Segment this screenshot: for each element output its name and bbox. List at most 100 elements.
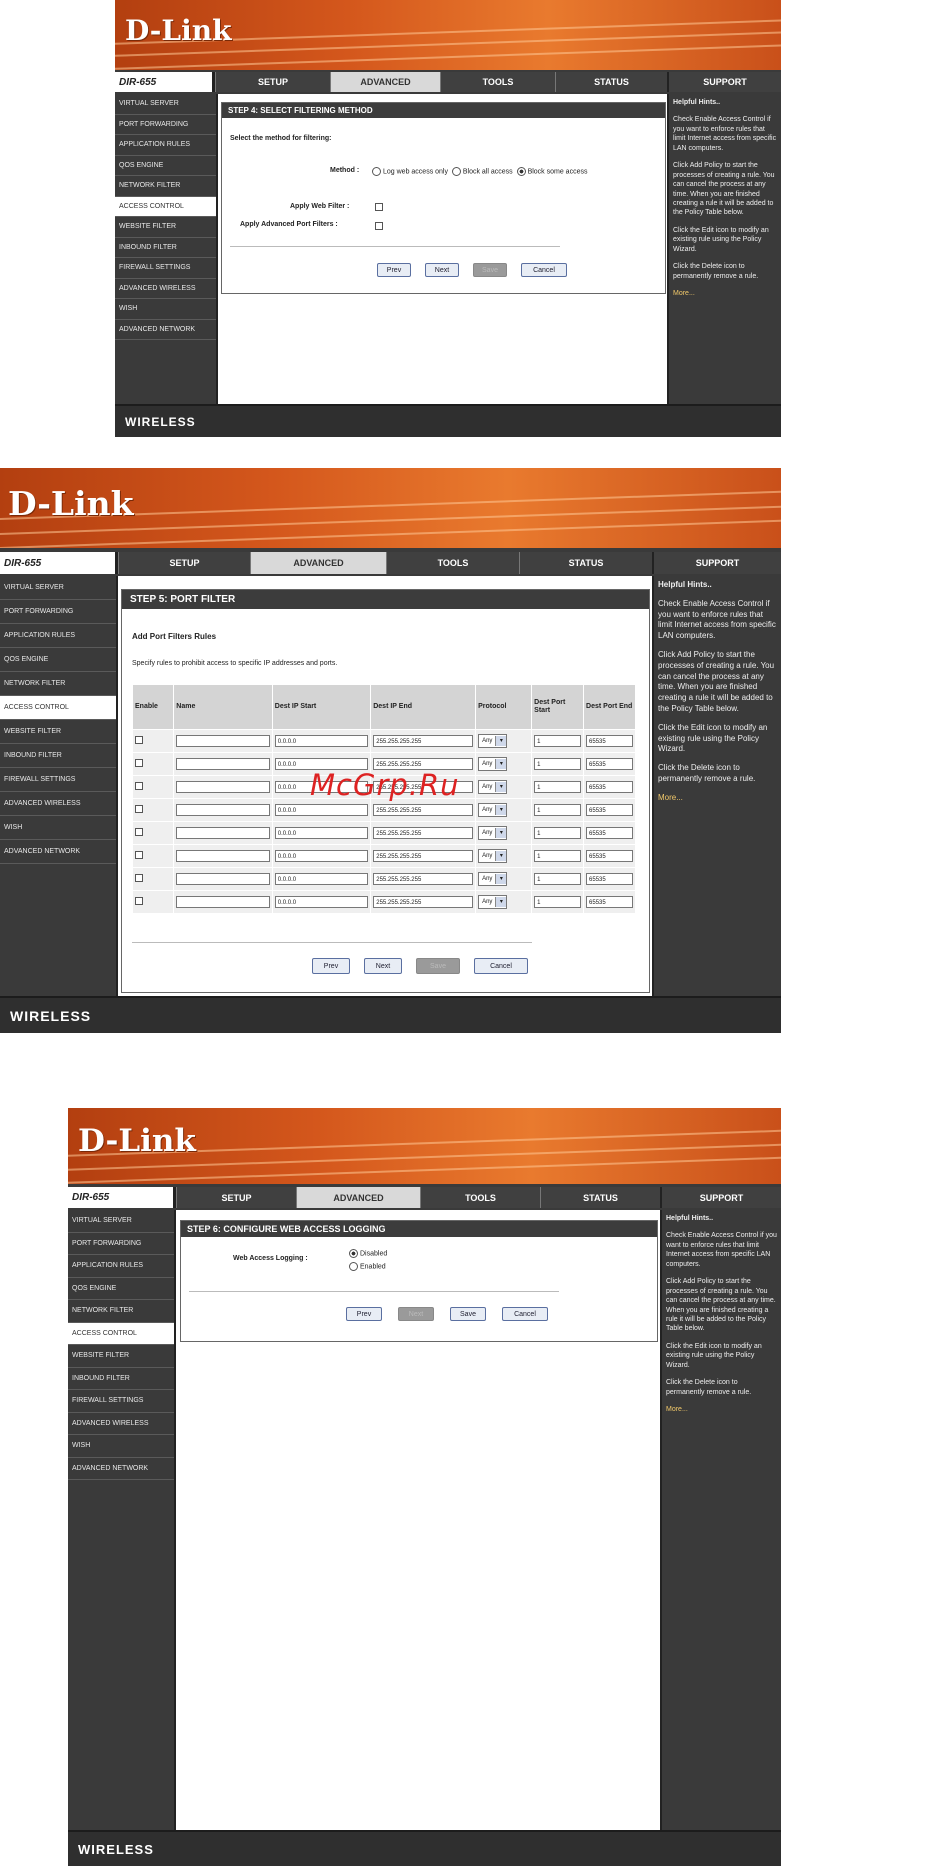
- chevron-down-icon[interactable]: ▾: [495, 828, 507, 838]
- dest-ip-end-input[interactable]: 255.255.255.255: [373, 735, 474, 747]
- dest-port-start-input[interactable]: 1: [534, 896, 582, 908]
- sidebar-item-application-rules[interactable]: APPLICATION RULES: [115, 135, 216, 156]
- sidebar-item-access-control[interactable]: ACCESS CONTROL: [115, 196, 216, 217]
- chevron-down-icon[interactable]: ▾: [495, 805, 507, 815]
- save-button[interactable]: Save: [473, 263, 507, 277]
- tab-setup[interactable]: SETUP: [118, 552, 250, 574]
- dest-port-start-input[interactable]: 1: [534, 873, 582, 885]
- tab-advanced[interactable]: ADVANCED: [250, 552, 386, 574]
- sidebar-item-virtual-server[interactable]: VIRTUAL SERVER: [68, 1210, 174, 1233]
- enable-checkbox[interactable]: [135, 828, 143, 836]
- sidebar-item-qos-engine[interactable]: QOS ENGINE: [115, 156, 216, 176]
- sidebar-item-qos-engine[interactable]: QOS ENGINE: [68, 1278, 174, 1300]
- tab-setup[interactable]: SETUP: [215, 72, 330, 92]
- tab-advanced[interactable]: ADVANCED: [296, 1187, 420, 1208]
- help-more-link[interactable]: More...: [673, 289, 777, 298]
- dest-ip-end-input[interactable]: 255.255.255.255: [373, 827, 474, 839]
- enable-checkbox[interactable]: [135, 805, 143, 813]
- tab-advanced[interactable]: ADVANCED: [330, 72, 440, 92]
- sidebar-item-application-rules[interactable]: APPLICATION RULES: [0, 624, 116, 648]
- protocol-select[interactable]: Any ▾: [478, 849, 508, 863]
- cancel-button[interactable]: Cancel: [521, 263, 567, 277]
- dest-port-end-input[interactable]: 65535: [586, 735, 633, 747]
- tab-status[interactable]: STATUS: [540, 1187, 660, 1208]
- prev-button[interactable]: Prev: [377, 263, 411, 277]
- sidebar-item-application-rules[interactable]: APPLICATION RULES: [68, 1255, 174, 1278]
- protocol-select[interactable]: Any ▾: [478, 826, 508, 840]
- radio-block-some[interactable]: [516, 167, 526, 176]
- dest-port-end-input[interactable]: 65535: [586, 850, 633, 862]
- enable-checkbox[interactable]: [135, 874, 143, 882]
- prev-button[interactable]: Prev: [346, 1307, 382, 1321]
- enable-checkbox[interactable]: [135, 851, 143, 859]
- web-filter-checkbox[interactable]: [375, 203, 383, 211]
- tab-tools[interactable]: TOOLS: [440, 72, 555, 92]
- name-input[interactable]: [176, 758, 270, 770]
- next-button[interactable]: Next: [398, 1307, 434, 1321]
- cancel-button[interactable]: Cancel: [474, 958, 528, 974]
- dest-port-end-input[interactable]: 65535: [586, 758, 633, 770]
- sidebar-item-access-control[interactable]: ACCESS CONTROL: [0, 696, 116, 720]
- protocol-select[interactable]: Any ▾: [478, 872, 508, 886]
- sidebar-item-virtual-server[interactable]: VIRTUAL SERVER: [0, 576, 116, 600]
- chevron-down-icon[interactable]: ▾: [495, 874, 507, 884]
- dest-ip-end-input[interactable]: 255.255.255.255: [373, 896, 474, 908]
- sidebar-item-network-filter[interactable]: NETWORK FILTER: [115, 176, 216, 197]
- dest-ip-start-input[interactable]: 0.0.0.0: [274, 827, 369, 839]
- sidebar-item-port-forwarding[interactable]: PORT FORWARDING: [68, 1233, 174, 1255]
- name-input[interactable]: [176, 850, 270, 862]
- sidebar-item-website-filter[interactable]: WEBSITE FILTER: [0, 720, 116, 744]
- name-input[interactable]: [176, 896, 270, 908]
- sidebar-item-inbound-filter[interactable]: INBOUND FILTER: [115, 238, 216, 258]
- enable-checkbox[interactable]: [135, 759, 143, 767]
- next-button[interactable]: Next: [425, 263, 459, 277]
- chevron-down-icon[interactable]: ▾: [495, 782, 507, 792]
- sidebar-item-network-filter[interactable]: NETWORK FILTER: [0, 672, 116, 696]
- sidebar-item-port-forwarding[interactable]: PORT FORWARDING: [0, 600, 116, 624]
- chevron-down-icon[interactable]: ▾: [495, 759, 507, 769]
- enable-checkbox[interactable]: [135, 736, 143, 744]
- sidebar-item-advanced-network[interactable]: ADVANCED NETWORK: [68, 1458, 174, 1480]
- protocol-select[interactable]: Any ▾: [478, 803, 508, 817]
- help-more-link[interactable]: More...: [666, 1405, 777, 1414]
- save-button[interactable]: Save: [450, 1307, 486, 1321]
- tab-status[interactable]: STATUS: [555, 72, 667, 92]
- name-input[interactable]: [176, 873, 270, 885]
- sidebar-item-virtual-server[interactable]: VIRTUAL SERVER: [115, 94, 216, 115]
- adv-port-filter-checkbox[interactable]: [375, 222, 383, 230]
- enable-checkbox[interactable]: [135, 782, 143, 790]
- tab-support[interactable]: SUPPORT: [667, 72, 781, 92]
- tab-tools[interactable]: TOOLS: [386, 552, 519, 574]
- sidebar-item-firewall-settings[interactable]: FIREWALL SETTINGS: [68, 1390, 174, 1413]
- name-input[interactable]: [176, 781, 270, 793]
- chevron-down-icon[interactable]: ▾: [495, 736, 507, 746]
- sidebar-item-qos-engine[interactable]: QOS ENGINE: [0, 648, 116, 672]
- dest-port-start-input[interactable]: 1: [534, 781, 582, 793]
- enable-checkbox[interactable]: [135, 897, 143, 905]
- sidebar-item-advanced-wireless[interactable]: ADVANCED WIRELESS: [68, 1413, 174, 1435]
- sidebar-item-wish[interactable]: WISH: [115, 299, 216, 320]
- name-input[interactable]: [176, 804, 270, 816]
- next-button[interactable]: Next: [364, 958, 402, 974]
- dest-port-start-input[interactable]: 1: [534, 758, 582, 770]
- radio-enabled[interactable]: [349, 1262, 358, 1271]
- dest-port-start-input[interactable]: 1: [534, 735, 582, 747]
- sidebar-item-website-filter[interactable]: WEBSITE FILTER: [115, 217, 216, 238]
- tab-status[interactable]: STATUS: [519, 552, 652, 574]
- tab-setup[interactable]: SETUP: [176, 1187, 296, 1208]
- dest-ip-start-input[interactable]: 0.0.0.0: [274, 896, 369, 908]
- protocol-select[interactable]: Any ▾: [478, 734, 508, 748]
- protocol-select[interactable]: Any ▾: [478, 757, 508, 771]
- tab-tools[interactable]: TOOLS: [420, 1187, 540, 1208]
- save-button[interactable]: Save: [416, 958, 460, 974]
- dest-ip-end-input[interactable]: 255.255.255.255: [373, 850, 474, 862]
- dest-ip-start-input[interactable]: 0.0.0.0: [274, 873, 369, 885]
- cancel-button[interactable]: Cancel: [502, 1307, 548, 1321]
- dest-port-end-input[interactable]: 65535: [586, 896, 633, 908]
- protocol-select[interactable]: Any ▾: [478, 895, 508, 909]
- dest-port-end-input[interactable]: 65535: [586, 804, 633, 816]
- sidebar-item-advanced-network[interactable]: ADVANCED NETWORK: [115, 320, 216, 340]
- sidebar-item-inbound-filter[interactable]: INBOUND FILTER: [68, 1368, 174, 1390]
- radio-log-only[interactable]: [372, 167, 381, 176]
- sidebar-item-advanced-wireless[interactable]: ADVANCED WIRELESS: [115, 279, 216, 299]
